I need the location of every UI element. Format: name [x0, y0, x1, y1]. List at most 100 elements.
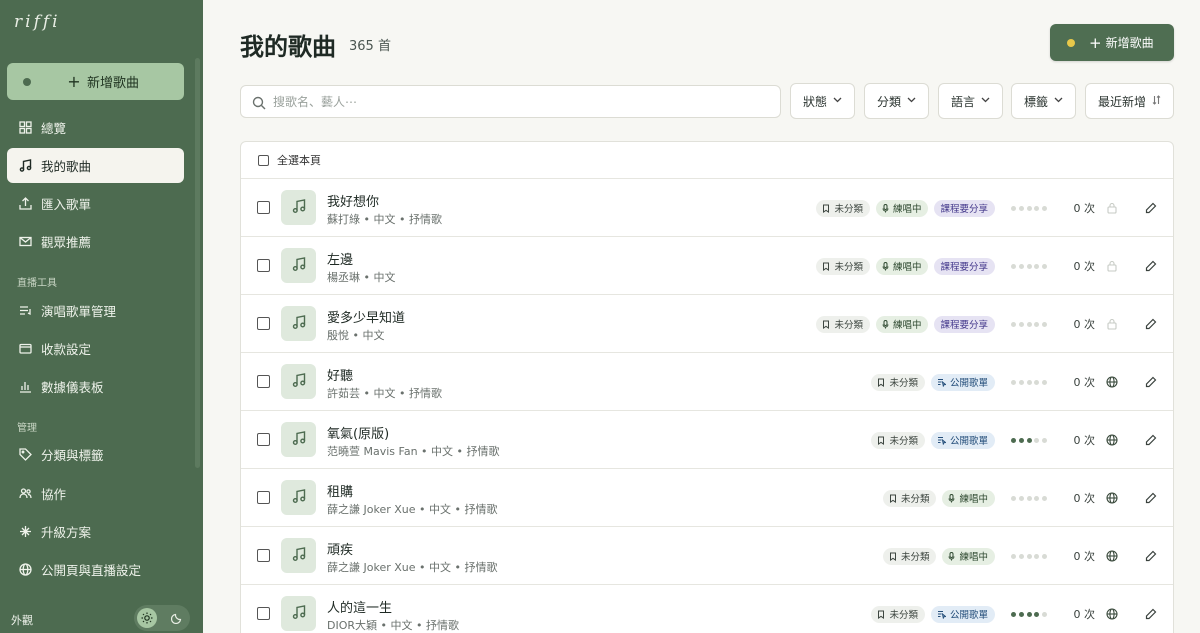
- sidebar-item-overview[interactable]: 總覽: [7, 110, 184, 145]
- filter-tags[interactable]: 標籤: [1011, 83, 1076, 119]
- search-box[interactable]: [240, 85, 781, 118]
- edit-icon[interactable]: [1129, 202, 1173, 214]
- mic-icon: [882, 319, 889, 329]
- globe-icon[interactable]: [1095, 434, 1129, 446]
- sidebar-item-recommendations[interactable]: 觀眾推薦: [7, 224, 184, 259]
- lock-icon[interactable]: [1095, 318, 1129, 330]
- sing-count: 0 次: [1073, 608, 1096, 621]
- list-header: 全選本頁: [241, 142, 1173, 179]
- sidebar-item-upgrade[interactable]: 升級方案: [7, 514, 184, 549]
- badge-label: 練唱中: [892, 204, 922, 215]
- table-row[interactable]: 好聽 許茹芸 • 中文 • 抒情歌 未分類 公開歌單 0 次: [241, 353, 1173, 411]
- row-checkbox[interactable]: [257, 317, 270, 330]
- app-logo[interactable]: riffi: [14, 12, 61, 32]
- song-title[interactable]: 氧氣(原版): [327, 423, 389, 442]
- filter-category[interactable]: 分類: [864, 83, 929, 119]
- proficiency-dot: [1042, 379, 1048, 385]
- proficiency-level[interactable]: [1011, 379, 1051, 385]
- proficiency-dot: [1026, 321, 1032, 327]
- song-title[interactable]: 我好想你: [327, 191, 379, 210]
- music-note-icon: [291, 372, 307, 392]
- song-title[interactable]: 好聽: [327, 365, 353, 384]
- song-title[interactable]: 愛多少早知道: [327, 307, 405, 326]
- edit-icon[interactable]: [1129, 260, 1173, 272]
- edit-icon[interactable]: [1129, 608, 1173, 620]
- edit-icon[interactable]: [1129, 318, 1173, 330]
- select-all-checkbox[interactable]: [258, 154, 269, 166]
- globe-icon[interactable]: [1095, 492, 1129, 504]
- sidebar-item-dashboard[interactable]: 數據儀表板: [7, 369, 184, 404]
- edit-icon[interactable]: [1129, 492, 1173, 504]
- badge-label: 練唱中: [892, 262, 922, 273]
- filter-status[interactable]: 狀態: [790, 83, 855, 119]
- globe-icon[interactable]: [1095, 376, 1129, 388]
- badge-label: 公開歌單: [949, 610, 988, 621]
- proficiency-dot: [1034, 321, 1040, 327]
- row-checkbox[interactable]: [257, 259, 270, 272]
- sing-count: 0 次: [1073, 202, 1096, 215]
- row-checkbox[interactable]: [257, 607, 270, 620]
- sidebar-item-payment[interactable]: 收款設定: [7, 331, 184, 366]
- music-note-icon: [291, 430, 307, 450]
- table-row[interactable]: 愛多少早知道 殷悅 • 中文 未分類 練唱中 課程要分享 0 次: [241, 295, 1173, 353]
- moon-icon[interactable]: [166, 608, 186, 628]
- lock-icon[interactable]: [1095, 260, 1129, 272]
- row-checkbox[interactable]: [257, 491, 270, 504]
- filter-language[interactable]: 語言: [938, 83, 1003, 119]
- sidebar-item-label: 收款設定: [41, 342, 92, 357]
- song-title[interactable]: 租購: [327, 481, 353, 500]
- edit-icon[interactable]: [1129, 434, 1173, 446]
- sort-dropdown[interactable]: 最近新增: [1085, 83, 1174, 119]
- lock-icon[interactable]: [1095, 202, 1129, 214]
- sidebar-item-setlist[interactable]: 演唱歌單管理: [7, 293, 184, 328]
- proficiency-level[interactable]: [1011, 495, 1051, 501]
- song-thumbnail: [281, 306, 316, 341]
- sidebar-scrollbar[interactable]: [195, 58, 200, 468]
- globe-icon[interactable]: [1095, 608, 1129, 620]
- song-title[interactable]: 人的這一生: [327, 597, 392, 616]
- proficiency-level[interactable]: [1011, 263, 1051, 269]
- mic-icon: [882, 203, 889, 213]
- sidebar-item-my-songs[interactable]: 我的歌曲: [7, 148, 184, 183]
- badge-label: 課程要分享: [940, 320, 988, 331]
- edit-icon[interactable]: [1129, 550, 1173, 562]
- song-title[interactable]: 頑疾: [327, 539, 353, 558]
- proficiency-level[interactable]: [1011, 611, 1051, 617]
- sun-icon[interactable]: [137, 608, 157, 628]
- table-row[interactable]: 我好想你 蘇打綠 • 中文 • 抒情歌 未分類 練唱中 課程要分享 0 次: [241, 179, 1173, 237]
- row-checkbox[interactable]: [257, 201, 270, 214]
- sidebar-item-collaboration[interactable]: 協作: [7, 476, 184, 511]
- proficiency-dot: [1034, 205, 1040, 211]
- proficiency-dot: [1026, 553, 1032, 559]
- proficiency-level[interactable]: [1011, 321, 1051, 327]
- song-meta: DIOR大穎 • 中文 • 抒情歌: [327, 619, 459, 632]
- wallet-icon: [18, 342, 32, 356]
- sidebar-item-import[interactable]: 匯入歌單: [7, 186, 184, 221]
- playlist-icon: [18, 304, 32, 318]
- add-song-button[interactable]: + 新增歌曲: [1050, 24, 1174, 61]
- edit-icon[interactable]: [1129, 376, 1173, 388]
- sidebar-item-public-page[interactable]: 公開頁與直播設定: [7, 552, 184, 587]
- sidebar-add-song-button[interactable]: + 新增歌曲: [7, 63, 184, 100]
- row-checkbox[interactable]: [257, 433, 270, 446]
- song-title[interactable]: 左邊: [327, 249, 353, 268]
- sidebar-item-tags[interactable]: 分類與標籤: [7, 437, 184, 472]
- table-row[interactable]: 頑疾 薛之謙 Joker Xue • 中文 • 抒情歌 未分類 練唱中 0 次: [241, 527, 1173, 585]
- row-checkbox[interactable]: [257, 375, 270, 388]
- globe-icon[interactable]: [1095, 550, 1129, 562]
- proficiency-level[interactable]: [1011, 205, 1051, 211]
- sidebar-item-label: 數據儀表板: [41, 380, 104, 395]
- search-input[interactable]: [273, 94, 753, 109]
- song-count: 365 首: [349, 39, 391, 54]
- theme-toggle[interactable]: [134, 605, 190, 631]
- table-row[interactable]: 人的這一生 DIOR大穎 • 中文 • 抒情歌 未分類 公開歌單 0 次: [241, 585, 1173, 633]
- table-row[interactable]: 租購 薛之謙 Joker Xue • 中文 • 抒情歌 未分類 練唱中 0 次: [241, 469, 1173, 527]
- category-badge: 未分類: [816, 199, 870, 217]
- proficiency-level[interactable]: [1011, 437, 1051, 443]
- row-checkbox[interactable]: [257, 549, 270, 562]
- badge-label: 課程要分享: [940, 204, 988, 215]
- table-row[interactable]: 左邊 楊丞琳 • 中文 未分類 練唱中 課程要分享 0 次: [241, 237, 1173, 295]
- proficiency-level[interactable]: [1011, 553, 1051, 559]
- table-row[interactable]: 氧氣(原版) 范曉萱 Mavis Fan • 中文 • 抒情歌 未分類 公開歌單 …: [241, 411, 1173, 469]
- proficiency-dot: [1042, 321, 1048, 327]
